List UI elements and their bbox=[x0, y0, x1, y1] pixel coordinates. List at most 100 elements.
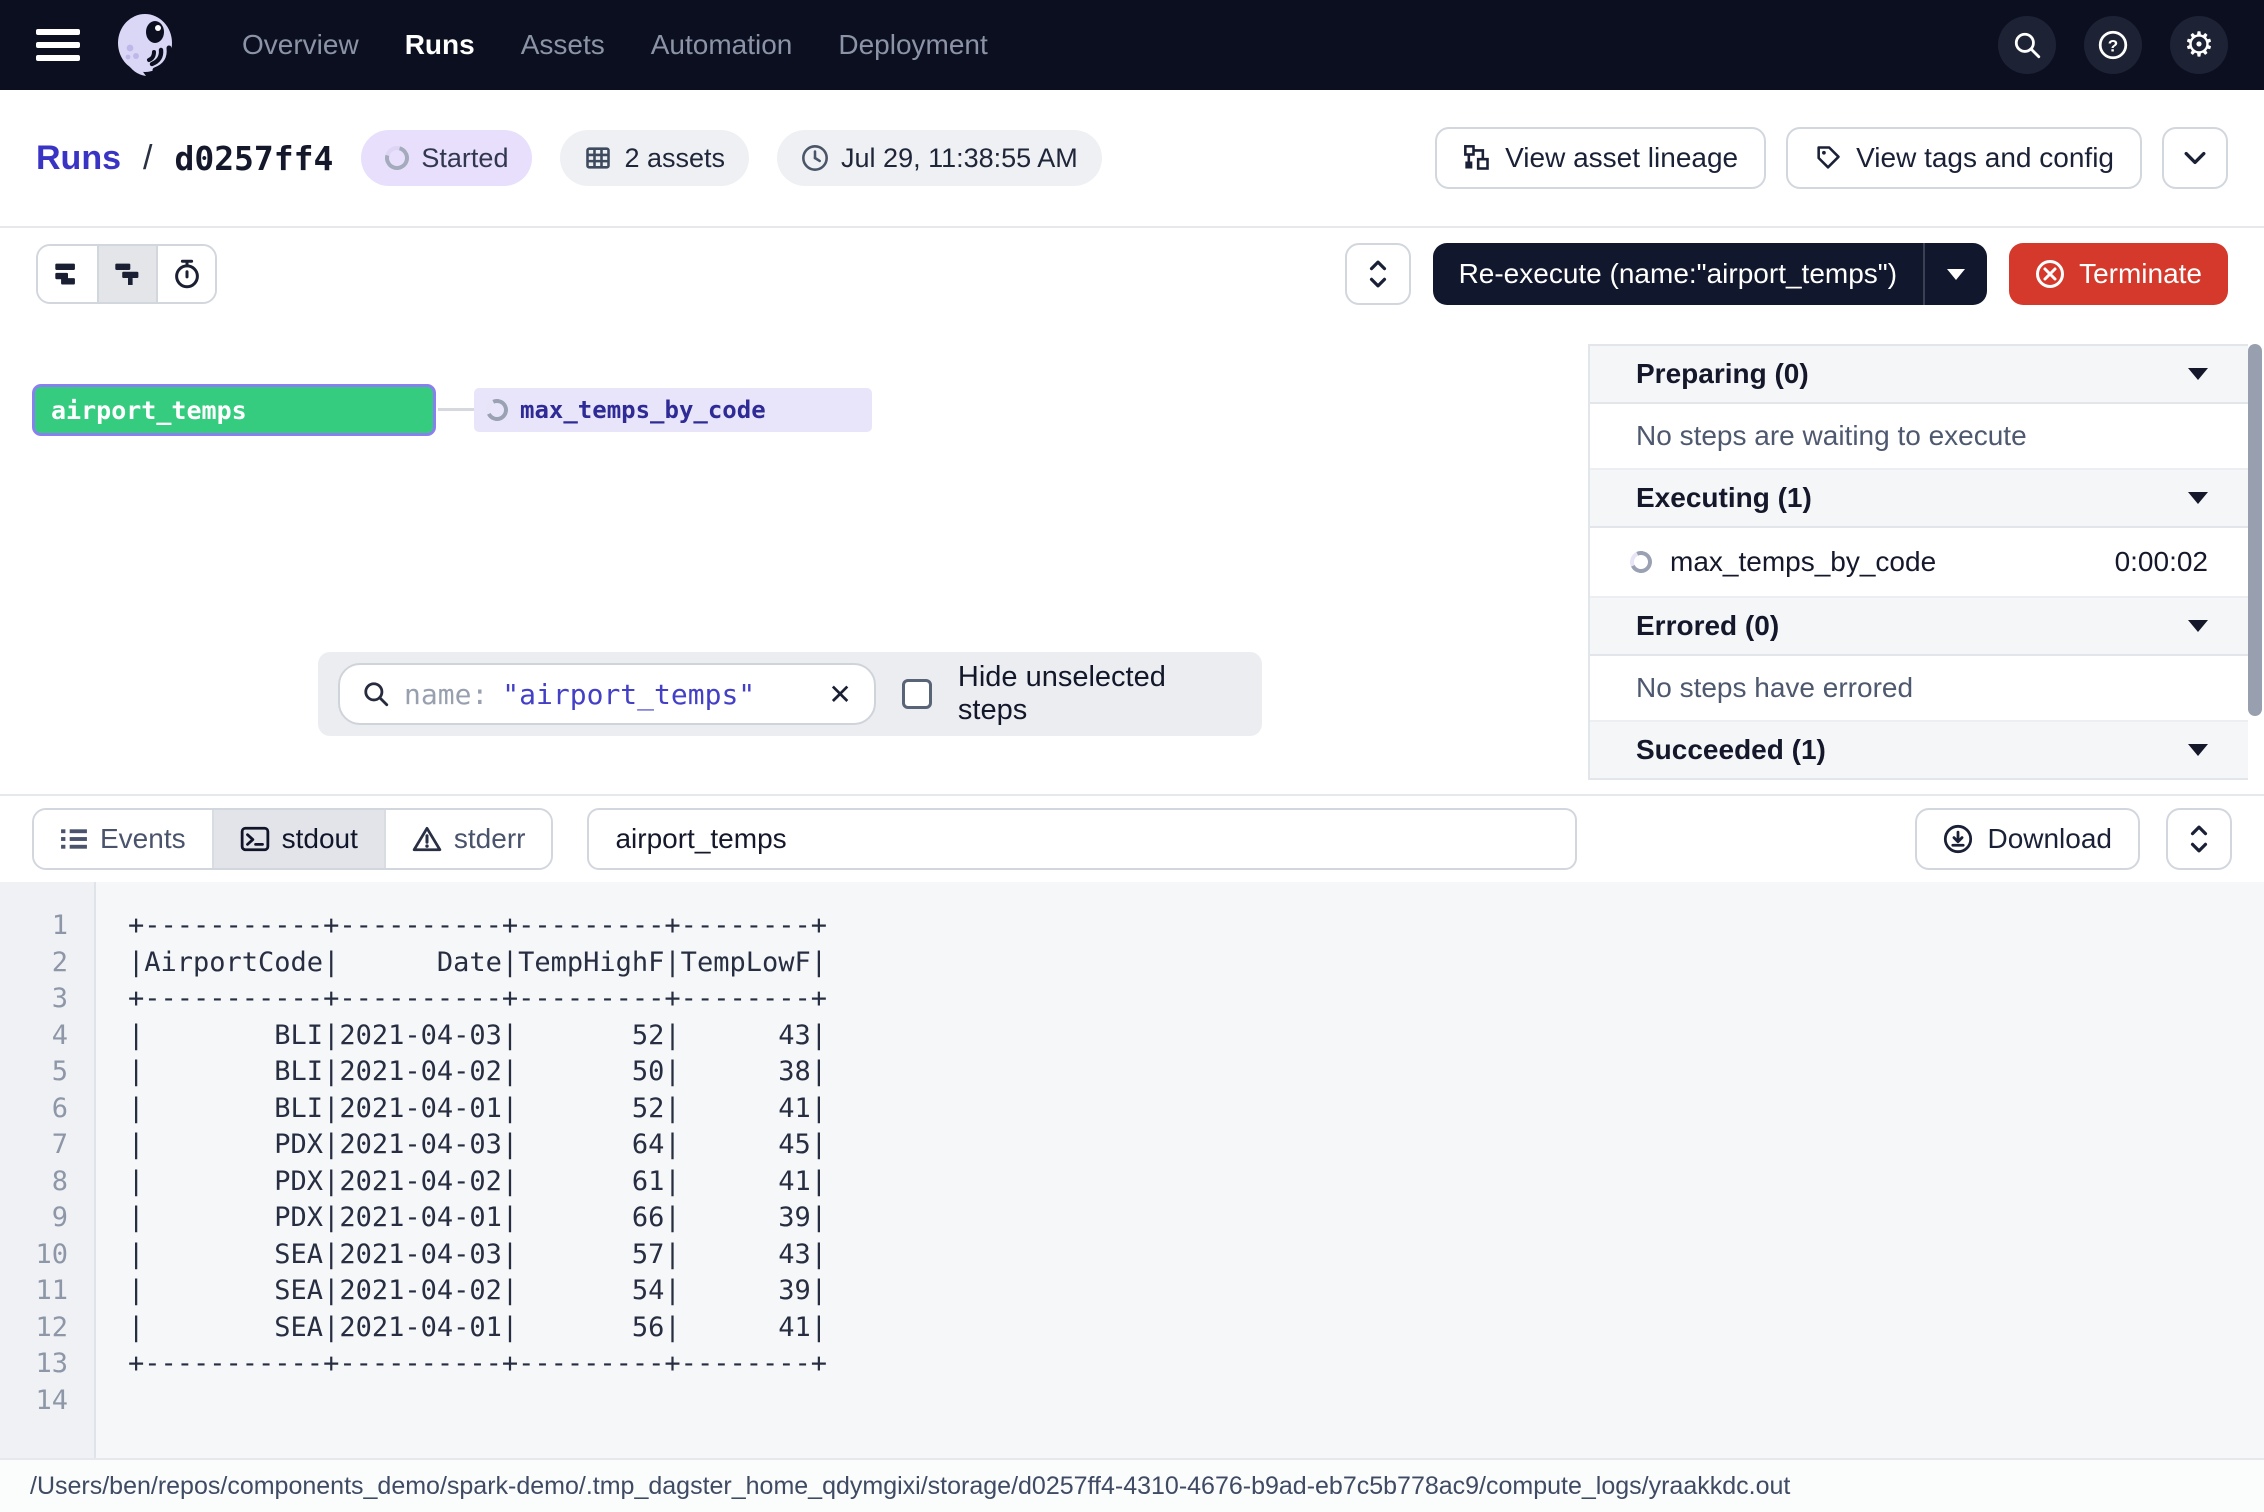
timestamp-label: Jul 29, 11:38:55 AM bbox=[841, 143, 1078, 174]
more-run-actions-button[interactable] bbox=[2162, 127, 2228, 189]
log-gutter: 1234567891011121314 bbox=[0, 882, 96, 1458]
log-toolbar: Events stdout stderr Download bbox=[0, 794, 2264, 882]
executing-step-row[interactable]: max_temps_by_code 0:00:02 bbox=[1590, 528, 2248, 598]
primary-nav: Overview Runs Assets Automation Deployme… bbox=[242, 29, 988, 61]
log-line-number: 5 bbox=[0, 1054, 68, 1091]
log-line: | BLI|2021-04-01| 52| 41| bbox=[128, 1091, 827, 1128]
step-node-airport-temps[interactable]: airport_temps bbox=[32, 384, 436, 436]
terminate-button[interactable]: Terminate bbox=[2009, 243, 2228, 305]
status-badge: Started bbox=[361, 130, 532, 186]
svg-text:?: ? bbox=[2108, 36, 2118, 55]
clear-filter-icon[interactable]: ✕ bbox=[828, 678, 851, 711]
help-icon[interactable]: ? bbox=[2084, 16, 2142, 74]
toolbar-actions: Re-execute (name:"airport_temps") Termin… bbox=[1345, 243, 2228, 305]
tag-icon bbox=[1814, 144, 1842, 172]
search-icon[interactable] bbox=[1998, 16, 2056, 74]
dependency-edge bbox=[438, 408, 474, 411]
run-steps-panel: Preparing (0) No steps are waiting to ex… bbox=[1588, 344, 2248, 780]
nav-deployment[interactable]: Deployment bbox=[838, 29, 987, 61]
log-line-number: 13 bbox=[0, 1346, 68, 1383]
step-filter-input[interactable]: name: "airport_temps" ✕ bbox=[338, 663, 876, 725]
run-toolbar: Re-execute (name:"airport_temps") Termin… bbox=[0, 228, 2264, 320]
view-timing-button[interactable] bbox=[156, 246, 215, 302]
executing-elapsed-time: 0:00:02 bbox=[2115, 546, 2208, 578]
breadcrumb-separator: / bbox=[143, 139, 152, 178]
nav-overview[interactable]: Overview bbox=[242, 29, 359, 61]
caret-down-icon bbox=[2188, 368, 2208, 380]
flat-gantt-icon bbox=[53, 260, 83, 288]
nav-automation[interactable]: Automation bbox=[651, 29, 793, 61]
gantt-region: airport_temps max_temps_by_code name: "a… bbox=[0, 320, 2264, 794]
log-path-footer: /Users/ben/repos/components_demo/spark-d… bbox=[0, 1458, 2264, 1512]
log-type-tabs: Events stdout stderr bbox=[32, 808, 553, 870]
dagster-logo-icon[interactable] bbox=[112, 10, 182, 80]
log-line: | BLI|2021-04-02| 50| 38| bbox=[128, 1054, 827, 1091]
assets-badge[interactable]: 2 assets bbox=[560, 130, 749, 186]
zoom-expander-button[interactable] bbox=[1345, 243, 1411, 305]
log-line-number: 9 bbox=[0, 1200, 68, 1237]
panel-section-preparing[interactable]: Preparing (0) bbox=[1590, 346, 2248, 404]
nav-runs[interactable]: Runs bbox=[405, 29, 475, 61]
structured-logs-icon bbox=[60, 826, 88, 852]
filter-prefix: name: bbox=[404, 678, 488, 711]
nav-assets[interactable]: Assets bbox=[521, 29, 605, 61]
log-line: | PDX|2021-04-01| 66| 39| bbox=[128, 1200, 827, 1237]
executing-spinner-icon bbox=[1627, 548, 1655, 576]
tab-stdout[interactable]: stdout bbox=[212, 810, 384, 868]
reexecute-button[interactable]: Re-execute (name:"airport_temps") bbox=[1433, 258, 1924, 290]
log-line: +-----------+----------+---------+------… bbox=[128, 908, 827, 945]
up-down-chevrons-icon bbox=[1368, 260, 1388, 288]
filter-query: "airport_temps" bbox=[502, 678, 755, 711]
executing-title: Executing (1) bbox=[1636, 482, 1812, 514]
panel-scrollbar[interactable] bbox=[2248, 344, 2262, 716]
log-toolbar-actions: Download bbox=[1915, 808, 2232, 870]
top-nav: Overview Runs Assets Automation Deployme… bbox=[0, 0, 2264, 90]
step-node-max-temps-by-code[interactable]: max_temps_by_code bbox=[474, 388, 872, 432]
status-label: Started bbox=[421, 143, 508, 174]
log-line-number: 12 bbox=[0, 1310, 68, 1347]
reexecute-split-button: Re-execute (name:"airport_temps") bbox=[1433, 243, 1988, 305]
hide-unselected-label[interactable]: Hide unselected steps bbox=[958, 661, 1242, 727]
errored-empty-text: No steps have errored bbox=[1590, 656, 2248, 722]
panel-section-errored[interactable]: Errored (0) bbox=[1590, 598, 2248, 656]
log-line: +-----------+----------+---------+------… bbox=[128, 1346, 827, 1383]
view-flat-gantt-button[interactable] bbox=[38, 246, 97, 302]
panel-section-succeeded[interactable]: Succeeded (1) bbox=[1590, 722, 2248, 780]
view-asset-lineage-button[interactable]: View asset lineage bbox=[1435, 127, 1766, 189]
breadcrumb-runs-link[interactable]: Runs bbox=[36, 139, 121, 178]
run-header-actions: View asset lineage View tags and config bbox=[1435, 127, 2228, 189]
gear-glyph: ⚙ bbox=[2184, 25, 2214, 65]
tab-stdout-label: stdout bbox=[282, 823, 358, 855]
log-line-number: 4 bbox=[0, 1018, 68, 1055]
log-step-filter-input[interactable] bbox=[587, 808, 1577, 870]
panel-section-executing[interactable]: Executing (1) bbox=[1590, 470, 2248, 528]
view-waterfall-gantt-button[interactable] bbox=[97, 246, 156, 302]
lineage-icon bbox=[1463, 144, 1491, 172]
app-root: Overview Runs Assets Automation Deployme… bbox=[0, 0, 2264, 1512]
log-line-number: 14 bbox=[0, 1383, 68, 1420]
hide-unselected-checkbox[interactable] bbox=[902, 679, 932, 709]
download-label: Download bbox=[1987, 823, 2112, 855]
log-line: | BLI|2021-04-03| 52| 43| bbox=[128, 1018, 827, 1055]
log-line: | SEA|2021-04-02| 54| 39| bbox=[128, 1273, 827, 1310]
settings-gear-icon[interactable]: ⚙ bbox=[2170, 16, 2228, 74]
tab-events[interactable]: Events bbox=[34, 810, 212, 868]
log-line-number: 11 bbox=[0, 1273, 68, 1310]
reexecute-dropdown-button[interactable] bbox=[1923, 243, 1987, 305]
tab-stderr[interactable]: stderr bbox=[384, 810, 552, 868]
stdout-log-viewer[interactable]: 1234567891011121314 +-----------+-------… bbox=[0, 882, 2264, 1458]
gantt-view-toggle bbox=[36, 244, 217, 304]
preparing-title: Preparing (0) bbox=[1636, 358, 1809, 390]
log-line-number: 2 bbox=[0, 945, 68, 982]
view-tags-config-button[interactable]: View tags and config bbox=[1786, 127, 2142, 189]
menu-icon[interactable] bbox=[36, 25, 84, 65]
executing-step-name: max_temps_by_code bbox=[1670, 546, 1936, 578]
nav-actions: ? ⚙ bbox=[1998, 16, 2228, 74]
grid-icon bbox=[584, 144, 612, 172]
download-button[interactable]: Download bbox=[1915, 808, 2140, 870]
log-expander-button[interactable] bbox=[2166, 808, 2232, 870]
timestamp-badge: Jul 29, 11:38:55 AM bbox=[777, 130, 1102, 186]
stopwatch-icon bbox=[173, 259, 201, 289]
up-down-chevrons-icon bbox=[2189, 825, 2209, 853]
clock-icon bbox=[801, 144, 829, 172]
